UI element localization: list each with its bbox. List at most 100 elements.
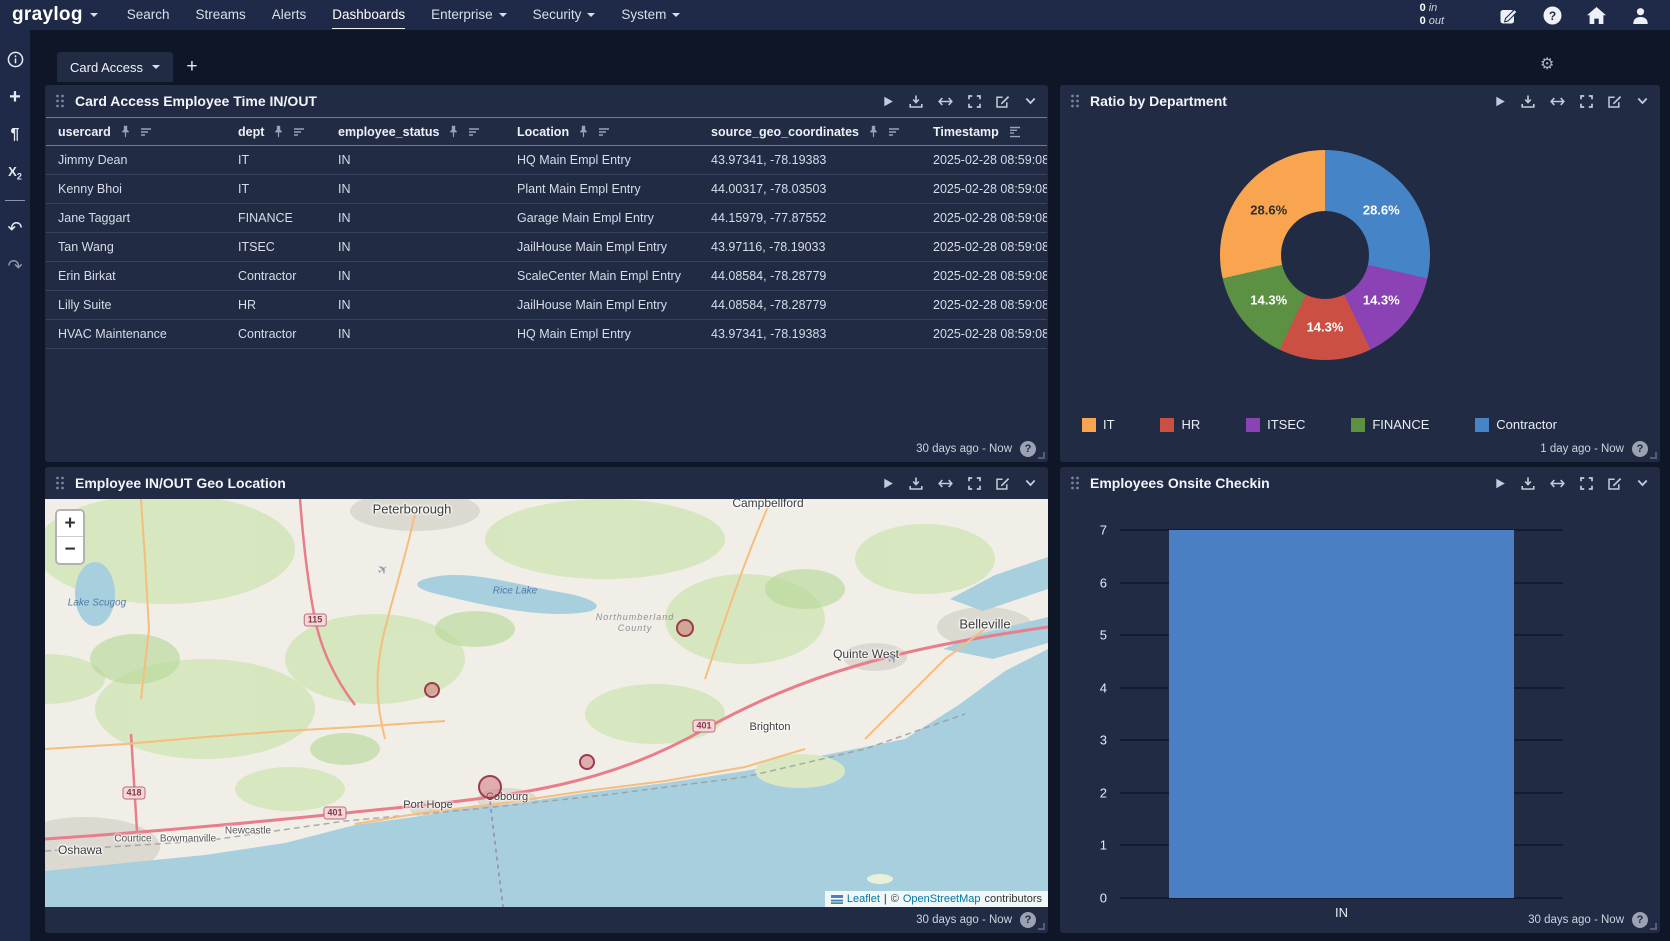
table-cell[interactable]: 43.97341, -78.19383 <box>699 146 921 175</box>
pin-icon[interactable] <box>274 125 283 138</box>
tab-card-access[interactable]: Card Access <box>57 52 173 82</box>
table-cell[interactable]: 44.15979, -77.87552 <box>699 204 921 233</box>
openstreetmap-link[interactable]: OpenStreetMap <box>903 893 981 905</box>
table-cell[interactable]: 2025-02-28 08:59:08.171 <box>921 262 1047 291</box>
table-cell[interactable]: ScaleCenter Main Empl Entry <box>505 262 699 291</box>
legend-item-ITSEC[interactable]: ITSEC <box>1246 417 1305 432</box>
chevron-down-icon[interactable] <box>1025 97 1036 105</box>
gear-icon[interactable]: ⚙ <box>1540 54 1554 74</box>
table-cell[interactable]: HQ Main Empl Entry <box>505 146 699 175</box>
table-cell[interactable]: Contractor <box>226 320 326 349</box>
drag-handle-icon[interactable] <box>55 476 65 490</box>
subscript-icon[interactable]: X2 <box>0 154 30 192</box>
legend-item-HR[interactable]: HR <box>1160 417 1200 432</box>
drag-handle-icon[interactable] <box>55 94 65 108</box>
arrows-horizontal-icon[interactable] <box>1550 478 1565 489</box>
add-icon[interactable]: + <box>0 78 30 116</box>
drag-handle-icon[interactable] <box>1070 94 1080 108</box>
table-cell[interactable]: HVAC Maintenance <box>46 320 226 349</box>
help-icon[interactable]: ? <box>1020 441 1036 457</box>
legend-item-IT[interactable]: IT <box>1082 417 1115 432</box>
edit-icon[interactable] <box>1608 477 1622 490</box>
drag-handle-icon[interactable] <box>1070 476 1080 490</box>
nav-item-security[interactable]: Security <box>520 0 609 30</box>
map-marker[interactable] <box>579 754 595 770</box>
table-cell[interactable]: Kenny Bhoi <box>46 175 226 204</box>
arrows-horizontal-icon[interactable] <box>938 478 953 489</box>
table-cell[interactable]: 43.97341, -78.19383 <box>699 320 921 349</box>
resize-handle[interactable] <box>1038 923 1045 930</box>
table-cell[interactable]: 2025-02-28 08:59:08.158 <box>921 204 1047 233</box>
graylog-logo[interactable]: graylog <box>12 4 98 26</box>
nav-item-alerts[interactable]: Alerts <box>259 0 320 30</box>
table-cell[interactable]: JailHouse Main Empl Entry <box>505 291 699 320</box>
table-cell[interactable]: JailHouse Main Empl Entry <box>505 233 699 262</box>
home-icon[interactable] <box>1586 5 1606 25</box>
edit-icon[interactable] <box>1608 95 1622 108</box>
sort-icon[interactable] <box>598 127 610 137</box>
chevron-down-icon[interactable] <box>1025 479 1036 487</box>
help-icon[interactable]: ? <box>1632 912 1648 928</box>
nav-item-streams[interactable]: Streams <box>183 0 259 30</box>
nav-item-enterprise[interactable]: Enterprise <box>418 0 520 30</box>
table-cell[interactable]: 43.97116, -78.19033 <box>699 233 921 262</box>
help-icon[interactable]: ? <box>1542 5 1562 25</box>
undo-icon[interactable]: ↶ <box>0 209 30 247</box>
table-cell[interactable]: IN <box>326 233 505 262</box>
sort-icon[interactable] <box>140 127 152 137</box>
table-cell[interactable]: IN <box>326 291 505 320</box>
pilcrow-icon[interactable]: ¶ <box>0 116 30 154</box>
fullscreen-icon[interactable] <box>968 477 981 490</box>
arrows-horizontal-icon[interactable] <box>1550 96 1565 107</box>
table-cell[interactable]: ITSEC <box>226 233 326 262</box>
table-cell[interactable]: Erin Birkat <box>46 262 226 291</box>
edit-icon[interactable] <box>996 95 1010 108</box>
table-cell[interactable]: Contractor <box>226 262 326 291</box>
table-cell[interactable]: Tan Wang <box>46 233 226 262</box>
table-cell[interactable]: Jimmy Dean <box>46 146 226 175</box>
play-icon[interactable] <box>1494 477 1506 490</box>
download-icon[interactable] <box>909 95 923 108</box>
table-cell[interactable]: 44.00317, -78.03503 <box>699 175 921 204</box>
table-cell[interactable]: IN <box>326 262 505 291</box>
table-cell[interactable]: Plant Main Empl Entry <box>505 175 699 204</box>
leaflet-map[interactable]: PeterboroughCampbellfordBellevilleQuinte… <box>45 499 1048 907</box>
table-cell[interactable]: 2025-02-28 08:59:08.152 <box>921 175 1047 204</box>
fullscreen-icon[interactable] <box>968 95 981 108</box>
sort-icon[interactable] <box>888 127 900 137</box>
fullscreen-icon[interactable] <box>1580 95 1593 108</box>
help-icon[interactable]: ? <box>1020 912 1036 928</box>
bar-IN[interactable] <box>1169 530 1515 898</box>
table-cell[interactable]: IT <box>226 146 326 175</box>
table-cell[interactable]: Jane Taggart <box>46 204 226 233</box>
table-cell[interactable]: IN <box>326 146 505 175</box>
table-cell[interactable]: 2025-02-28 08:59:08.145 <box>921 146 1047 175</box>
download-icon[interactable] <box>1521 95 1535 108</box>
table-cell[interactable]: 44.08584, -78.28779 <box>699 291 921 320</box>
fullscreen-icon[interactable] <box>1580 477 1593 490</box>
nav-item-search[interactable]: Search <box>114 0 183 30</box>
sort-icon[interactable] <box>293 127 305 137</box>
table-cell[interactable]: 2025-02-28 08:59:08.177 <box>921 291 1047 320</box>
pin-icon[interactable] <box>579 125 588 138</box>
play-icon[interactable] <box>882 95 894 108</box>
download-icon[interactable] <box>909 477 923 490</box>
legend-item-Contractor[interactable]: Contractor <box>1475 417 1557 432</box>
table-cell[interactable]: HR <box>226 291 326 320</box>
legend-item-FINANCE[interactable]: FINANCE <box>1351 417 1429 432</box>
table-cell[interactable]: IT <box>226 175 326 204</box>
edit-icon[interactable] <box>996 477 1010 490</box>
table-cell[interactable]: 44.08584, -78.28779 <box>699 262 921 291</box>
info-icon[interactable] <box>0 40 30 78</box>
compose-icon[interactable] <box>1498 5 1518 25</box>
map-marker[interactable] <box>478 775 502 799</box>
chevron-down-icon[interactable] <box>1637 479 1648 487</box>
redo-icon[interactable]: ↷ <box>0 247 30 285</box>
table-cell[interactable]: Lilly Suite <box>46 291 226 320</box>
sort-icon[interactable] <box>468 127 480 137</box>
table-cell[interactable]: IN <box>326 175 505 204</box>
nav-item-system[interactable]: System <box>608 0 693 30</box>
sort-active-icon[interactable] <box>1009 126 1021 138</box>
nav-item-dashboards[interactable]: Dashboards <box>319 0 418 30</box>
zoom-in-button[interactable]: + <box>57 511 83 537</box>
